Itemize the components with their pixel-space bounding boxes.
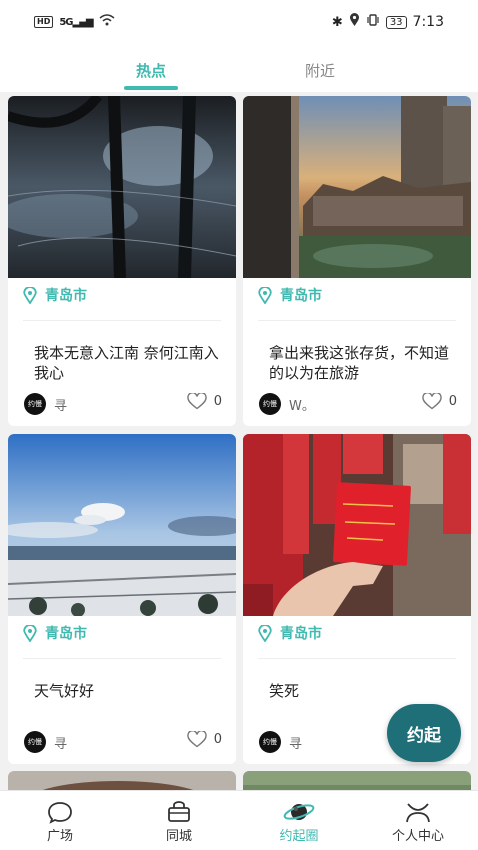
status-bar: HD 5G▂▄▆ ✱ 33 7:13 (0, 0, 478, 44)
location-label: 青岛市 (258, 623, 322, 643)
bottom-nav: 广场 同城 约起圈 个人中心 (0, 790, 478, 850)
nav-label: 约起圈 (279, 829, 319, 844)
nav-item-profile[interactable]: 个人中心 (378, 799, 458, 844)
person-icon (378, 799, 458, 825)
nav-item-square[interactable]: 广场 (20, 799, 100, 844)
divider (23, 320, 221, 321)
divider (23, 658, 221, 659)
top-tabs: 热点 附近 (0, 44, 478, 92)
like-count: 0 (213, 394, 222, 409)
clock: 7:13 (412, 14, 444, 30)
battery-icon: 33 (385, 15, 407, 29)
nav-item-local[interactable]: 同城 (139, 799, 219, 844)
like-button[interactable]: 0 (422, 393, 457, 410)
bluetooth-icon: ✱ (331, 14, 343, 30)
location-label: 青岛市 (23, 623, 87, 643)
post-card[interactable]: 青岛市 天气好好 约慢 寻 0 (8, 434, 236, 764)
post-author[interactable]: 约慢 寻 (24, 731, 67, 753)
author-name: 寻 (54, 736, 68, 752)
avatar[interactable]: 约慢 (259, 731, 281, 753)
create-post-button[interactable]: 约起 (387, 704, 461, 762)
divider (258, 658, 456, 659)
location-label: 青岛市 (258, 285, 322, 305)
like-button[interactable]: 0 (187, 393, 222, 410)
avatar[interactable]: 约慢 (24, 393, 46, 415)
post-author[interactable]: 约慢 寻 (24, 393, 67, 415)
post-image[interactable] (243, 434, 471, 616)
post-image[interactable] (8, 96, 236, 278)
post-text: 笑死 (269, 682, 300, 700)
vibrate-icon (366, 14, 380, 30)
author-name: 寻 (54, 398, 68, 414)
post-image[interactable] (8, 434, 236, 616)
post-author[interactable]: 约慢 寻 (259, 731, 302, 753)
divider (258, 320, 456, 321)
signal-icon: 5G▂▄▆ (59, 16, 93, 28)
nav-label: 广场 (46, 829, 73, 844)
location-label: 青岛市 (23, 285, 87, 305)
location-pin-icon (258, 624, 272, 642)
heart-icon (422, 393, 442, 410)
location-pin-icon (23, 286, 37, 304)
author-name: W。 (289, 398, 315, 414)
post-text: 天气好好 (34, 682, 95, 700)
like-count: 0 (213, 732, 222, 747)
heart-icon (187, 393, 207, 410)
wifi-icon (99, 14, 115, 30)
chat-bubble-icon (20, 799, 100, 825)
nav-item-circle[interactable]: 约起圈 (259, 799, 339, 844)
location-status-icon (349, 13, 360, 31)
tab-nearby[interactable]: 附近 (280, 60, 360, 81)
nav-label: 个人中心 (391, 829, 444, 844)
author-name: 寻 (289, 736, 303, 752)
hd-indicator: HD (34, 16, 54, 28)
avatar[interactable]: 约慢 (24, 731, 46, 753)
post-text: 拿出来我这张存货，不知道的以为在旅游 (269, 344, 450, 382)
shopping-bag-icon (139, 799, 219, 825)
post-text: 我本无意入江南 奈何江南入我心 (34, 344, 219, 382)
avatar[interactable]: 约慢 (259, 393, 281, 415)
like-count: 0 (448, 394, 457, 409)
post-card[interactable]: 青岛市 拿出来我这张存货，不知道的以为在旅游 约慢 W。 0 (243, 96, 471, 426)
nav-label: 同城 (165, 829, 192, 844)
tab-hot[interactable]: 热点 (111, 60, 191, 81)
post-image[interactable] (243, 96, 471, 278)
planet-icon (259, 799, 339, 825)
like-button[interactable]: 0 (187, 731, 222, 748)
post-author[interactable]: 约慢 W。 (259, 393, 315, 415)
active-tab-indicator (124, 86, 178, 90)
location-pin-icon (23, 624, 37, 642)
heart-icon (187, 731, 207, 748)
post-card[interactable]: 青岛市 我本无意入江南 奈何江南入我心 约慢 寻 0 (8, 96, 236, 426)
location-pin-icon (258, 286, 272, 304)
